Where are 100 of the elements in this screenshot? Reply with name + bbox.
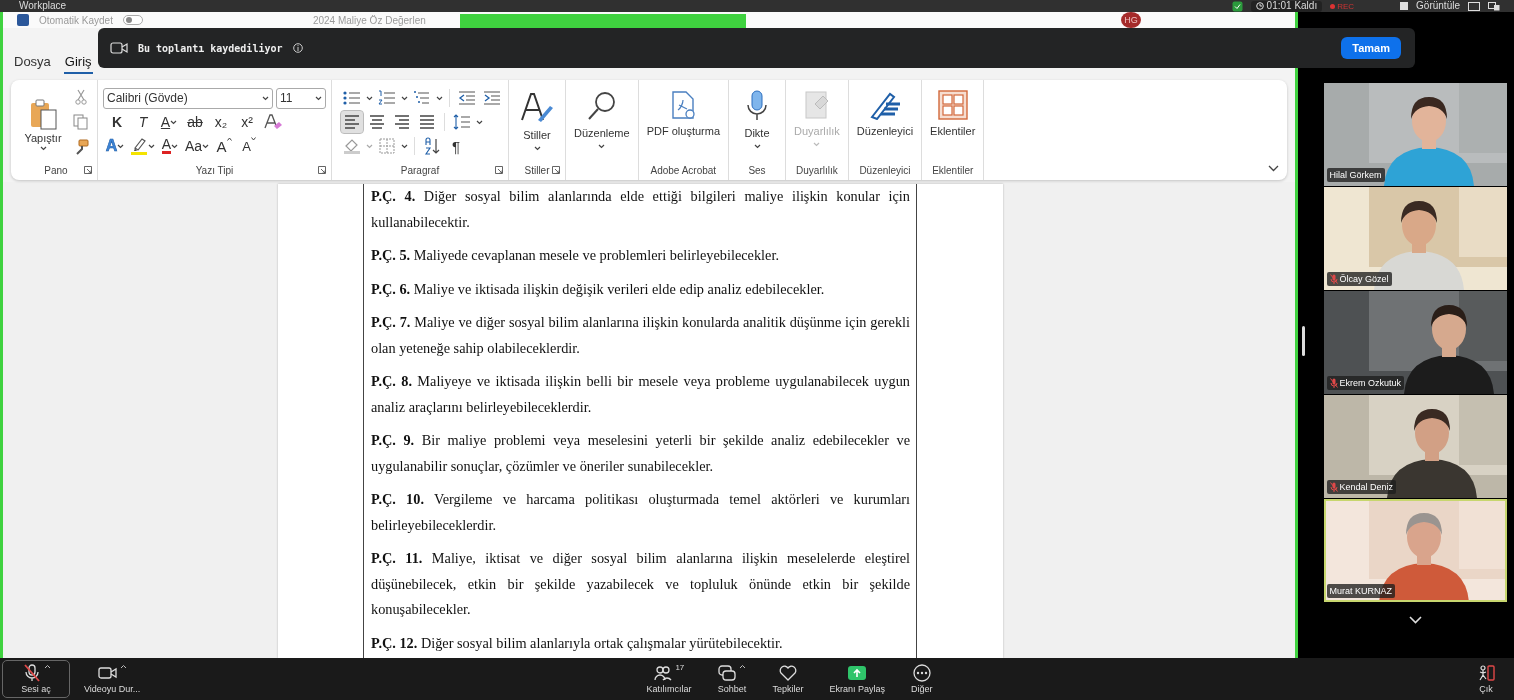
highlighter-icon [130,137,148,155]
leave-button[interactable]: Çık [1470,661,1502,697]
paragraph: P.Ç. 10. Vergileme ve harcama politikası oluşturmada temel aktörleri ve kurumları belirleyebileceklerdir. [371,490,910,535]
meeting-title: Workplace [19,0,67,12]
decrease-indent-icon [458,91,476,105]
borders-icon [379,138,395,154]
paragraph: P.Ç. 8. Maliyeye ve iktisada ilişkin belli bir mesele veya probleme uygulanabilecek uygun analiz araçlarını belirleyebileceklerdir. [371,372,910,417]
caret-up-icon [119,664,127,669]
group-label: Stiller [524,164,550,176]
participants-button[interactable]: 17 Katılımcılar [640,661,698,697]
font-name-dropdown[interactable]: Calibri (Gövde) [103,87,273,109]
subscript-button[interactable]: x₂ [211,111,231,133]
dialog-launcher-icon[interactable] [552,166,560,174]
video-button[interactable]: Videoyu Dur... [78,661,147,697]
paragraph: P.Ç. 5. Maliyede cevaplanan mesele ve problemleri belirleyebilecekler. [371,246,780,265]
ok-button[interactable]: Tamam [1341,37,1401,59]
more-button[interactable]: Diğer [904,661,939,697]
caret-icon [171,143,179,149]
sort-icon [423,137,441,155]
dialog-launcher-icon[interactable] [84,166,92,174]
group-label: Pano [44,164,68,176]
clear-formatting-icon [263,113,283,131]
strikethrough-button[interactable]: ab [185,111,205,133]
pdf-document-icon [669,90,698,120]
dialog-launcher-icon[interactable] [495,166,503,174]
participant-name: Ölcay Gözel [1339,274,1389,284]
share-screen-icon [847,664,868,682]
align-center-icon [369,115,385,129]
ribbon-button[interactable]: Stiller [514,84,560,160]
scroll-down-button[interactable] [1406,614,1424,626]
info-icon [292,43,303,53]
caret-icon [753,144,761,149]
ribbon-button[interactable]: PDF oluşturma [643,84,723,160]
bold-button[interactable]: K [107,111,127,133]
paragraph: P.Ç. 12. Diğer sosyal bilim alanlarıyla ortak çalışmalar yürütebilecektir. [371,633,784,653]
group-label: Eklentiler [932,164,974,176]
caret-icon [436,95,443,101]
show-marks-button[interactable]: ¶ [446,135,467,157]
ribbon-tab[interactable]: Giriş [63,52,93,74]
mic-button[interactable]: Sesi aç [2,660,70,698]
participant-name: Murat KURNAZ [1329,586,1392,596]
underline-button[interactable]: A [159,111,179,133]
paragraph: P.Ç. 9. Bir maliye problemi veya meselesini yeterli bir şekilde analiz edebilecekler ve uygulanabilir sonuçlar, çözümler ve öneriler sunabilecekler. [371,431,910,476]
toggle-switch[interactable] [122,15,143,25]
share-button[interactable]: Ekranı Paylaş [823,661,891,697]
chevron-down-icon [1408,616,1422,624]
participant-count: 17 [675,663,685,672]
caret-icon [533,146,541,151]
align-button[interactable] [341,111,363,133]
muted-mic-icon [21,664,42,682]
caret-icon [598,144,606,149]
italic-button[interactable]: T [133,111,153,133]
align-right-icon [394,115,410,129]
ribbon-button[interactable]: Düzenleme [571,84,633,160]
collapse-ribbon-button[interactable] [1268,165,1279,172]
justify-icon [419,115,435,129]
font-size-dropdown[interactable]: 11 [276,87,326,109]
user-avatar[interactable]: HG [1121,12,1141,28]
ribbon-button[interactable]: Eklentiler [927,84,979,160]
font-color-button[interactable]: A [160,135,180,157]
paragraph: P.Ç. 6. Maliye ve iktisada ilişkin değişik verileri elde edip analiz edebilecekler. [371,279,826,299]
grow-font-button[interactable]: A [214,135,235,157]
grid-icon [937,90,968,120]
change-case-button[interactable]: Aa [185,135,210,157]
text-effects-button[interactable]: A [105,135,125,157]
more-dots-icon [911,664,932,682]
caret-icon [117,143,125,149]
paint-bucket-icon [343,138,361,154]
copy-icon [73,114,89,130]
increase-indent-icon [483,91,501,105]
caret-icon [813,142,821,147]
chat-button[interactable]: Sohbet [711,661,753,697]
autosave-label: Otomatik Kaydet [39,14,113,26]
caret-icon [366,95,373,101]
view-button[interactable]: Görüntüle [1416,0,1460,12]
tag-document-icon [802,90,831,120]
superscript-button[interactable]: x² [237,111,257,133]
clipboard-icon [28,97,58,130]
ribbon-button[interactable]: Düzenleyici [853,84,917,160]
window-icon[interactable] [1468,1,1480,11]
microphone-icon [746,90,768,122]
caret-up-icon [739,664,747,669]
window-icon[interactable] [1488,1,1500,11]
resize-handle[interactable] [1302,326,1305,356]
reactions-button[interactable]: Tepkiler [766,661,810,697]
paste-button[interactable]: Yapıştır [20,84,66,160]
caret-icon [170,119,178,125]
caret-icon [39,145,47,151]
caret-icon [401,143,408,149]
shrink-font-button[interactable]: A [239,135,260,157]
pen-letter-icon [520,90,554,124]
ribbon-button[interactable]: Dikte [734,84,780,160]
multilevel-list-icon [413,90,431,106]
recording-label: REC [1337,1,1355,11]
caret-up-icon [43,664,51,669]
caret-icon [148,143,155,149]
ribbon-tab[interactable]: Dosya [13,52,52,74]
word-logo-icon [17,14,29,26]
group-label: Ses [748,164,766,176]
dialog-launcher-icon[interactable] [318,166,326,174]
